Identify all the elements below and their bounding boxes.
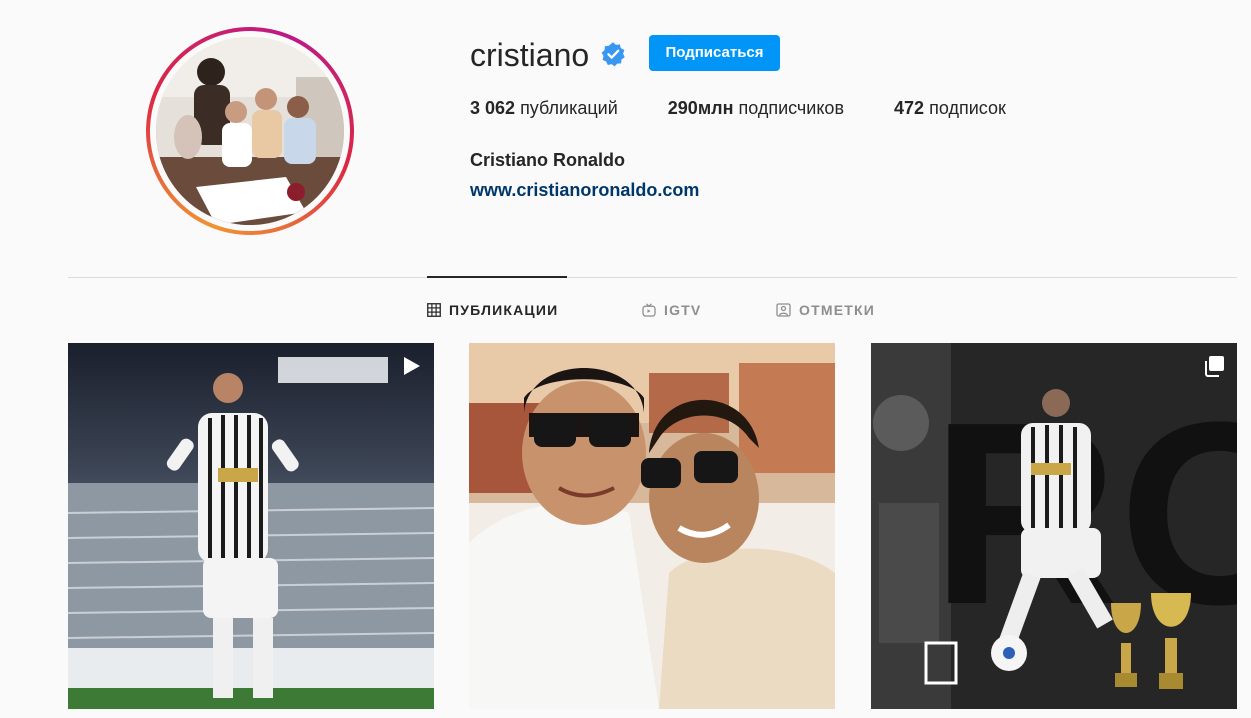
followers-count-label: подписчиков <box>738 98 845 118</box>
profile-page: cristiano Подписаться 3 062 публикаций 2… <box>0 0 1251 718</box>
tabs-divider <box>68 277 1237 278</box>
grid-icon <box>427 303 441 317</box>
followers-count-value: 290млн <box>667 98 734 118</box>
full-name: Cristiano Ronaldo <box>470 150 626 170</box>
tab-igtv-label: IGTV <box>664 302 702 318</box>
post-tile[interactable]: RO <box>871 343 1237 709</box>
followers-count[interactable]: 290млн подписчиков <box>668 96 844 120</box>
avatar[interactable] <box>156 37 344 225</box>
play-icon <box>404 357 420 375</box>
verified-badge-icon <box>600 41 626 67</box>
igtv-icon <box>642 303 656 317</box>
posts-count-value: 3 062 <box>470 98 516 118</box>
tab-tagged[interactable]: ОТМЕТКИ <box>776 300 875 320</box>
following-count-value: 472 <box>894 98 925 118</box>
following-count[interactable]: 472 подписок <box>894 96 1006 120</box>
profile-stats: 3 062 публикаций 290млн подписчиков 472 … <box>470 96 1056 120</box>
follow-button[interactable]: Подписаться <box>649 35 780 71</box>
posts-count: 3 062 публикаций <box>470 96 618 120</box>
following-count-label: подписок <box>929 98 1006 118</box>
story-ring[interactable] <box>146 27 354 235</box>
posts-count-label: публикаций <box>520 98 618 118</box>
active-tab-indicator <box>427 276 567 278</box>
tab-igtv[interactable]: IGTV <box>642 300 701 320</box>
post-tile[interactable] <box>469 343 835 709</box>
website-link[interactable]: www.cristianoronaldo.com <box>470 178 699 202</box>
post-image <box>469 343 835 709</box>
carousel-icon <box>1205 356 1224 377</box>
username: cristiano <box>470 37 590 73</box>
tab-posts-label: ПУБЛИКАЦИИ <box>449 302 559 318</box>
post-image <box>68 343 434 709</box>
tab-posts[interactable]: ПУБЛИКАЦИИ <box>427 300 558 320</box>
tagged-icon <box>776 303 791 317</box>
post-image: RO <box>871 343 1237 709</box>
post-tile[interactable] <box>68 343 434 709</box>
tab-tagged-label: ОТМЕТКИ <box>799 302 876 318</box>
